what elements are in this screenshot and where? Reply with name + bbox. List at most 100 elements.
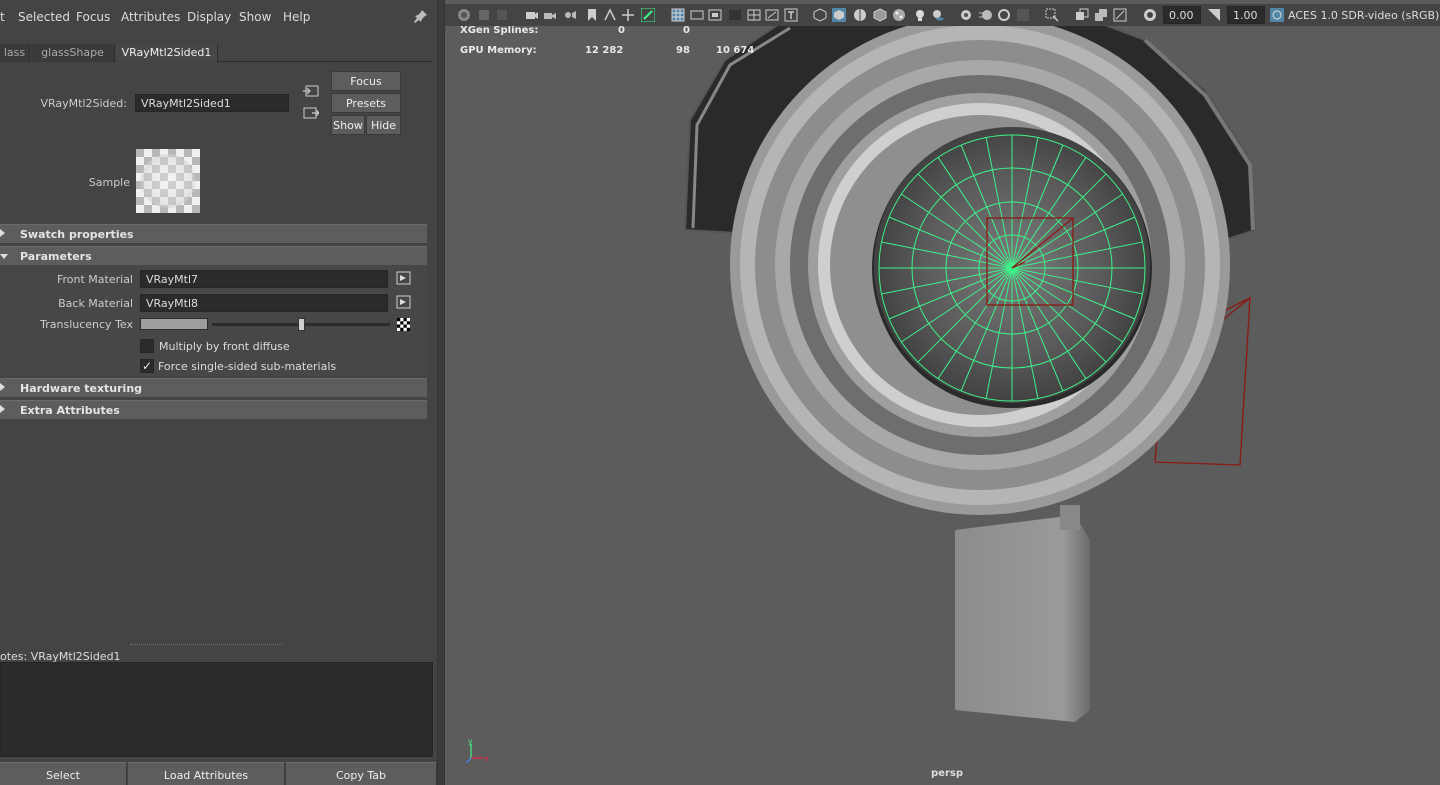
camera-eye-icon[interactable] xyxy=(563,8,577,22)
isolate-select-icon[interactable] xyxy=(1045,8,1059,22)
wireframe-icon[interactable] xyxy=(813,8,827,22)
back-material-label: Back Material xyxy=(58,297,133,310)
copy-tab-button[interactable]: Copy Tab xyxy=(286,762,437,785)
bookmark-camera-icon[interactable] xyxy=(585,8,599,22)
section-extra-attributes[interactable]: Extra Attributes xyxy=(0,400,427,419)
map-button-icon[interactable] xyxy=(396,271,412,285)
tab-glass-shape[interactable]: glassShape xyxy=(31,44,115,62)
multiply-label: Multiply by front diffuse xyxy=(159,340,290,353)
checker-map-icon[interactable] xyxy=(397,318,410,331)
motion-blur-icon[interactable] xyxy=(979,8,993,22)
color-management-label[interactable]: ACES 1.0 SDR-video (sRGB) xyxy=(1288,7,1439,25)
smooth-shade-icon[interactable] xyxy=(832,8,846,22)
back-material-field[interactable]: VRayMtl8 xyxy=(140,294,388,312)
wireframe-on-shaded-icon[interactable] xyxy=(853,8,867,22)
menu-item-focus[interactable]: Focus xyxy=(76,10,110,24)
expanded-arrow-icon xyxy=(0,254,8,259)
collapsed-arrow-icon xyxy=(0,405,5,413)
menu-item-display[interactable]: Display xyxy=(187,10,231,24)
hud-xgen-value: 0 xyxy=(618,25,625,36)
section-title: Swatch properties xyxy=(20,228,134,241)
scene-render xyxy=(683,4,1257,722)
image-plane-icon[interactable] xyxy=(495,8,509,22)
anti-aliasing-icon[interactable] xyxy=(997,8,1011,22)
select-button[interactable]: Select xyxy=(0,762,127,785)
axis-gizmo: y x xyxy=(465,738,489,764)
svg-text:x: x xyxy=(484,754,489,763)
menu-item-attributes[interactable]: Attributes xyxy=(121,10,180,24)
notes-resize-handle[interactable] xyxy=(130,644,282,646)
field-chart-icon[interactable] xyxy=(747,8,761,22)
load-attributes-button[interactable]: Load Attributes xyxy=(128,762,285,785)
pin-icon[interactable] xyxy=(414,9,428,23)
hud-gpu-value: 10 674 xyxy=(716,45,755,56)
attribute-editor: t Selected Focus Attributes Display Show… xyxy=(0,0,437,785)
textured-icon[interactable] xyxy=(873,8,887,22)
translucency-color-swatch[interactable] xyxy=(140,318,208,330)
hide-button[interactable]: Hide xyxy=(366,115,401,135)
camera-attributes-icon[interactable] xyxy=(457,8,471,22)
exposure-icon[interactable] xyxy=(1143,8,1157,22)
use-all-lights-icon[interactable] xyxy=(892,8,906,22)
svg-text:y: y xyxy=(468,738,473,746)
grease-pencil-icon[interactable] xyxy=(641,8,655,22)
shadows-icon[interactable] xyxy=(931,8,945,22)
section-hardware-texturing[interactable]: Hardware texturing xyxy=(0,378,427,397)
resolution-gate-icon[interactable] xyxy=(708,8,722,22)
notes-textarea[interactable] xyxy=(0,662,433,757)
lighting-icon[interactable] xyxy=(913,8,927,22)
focus-button[interactable]: Focus xyxy=(331,71,401,91)
camera-icon[interactable] xyxy=(525,8,539,22)
menu-item-help[interactable]: Help xyxy=(283,10,310,24)
grid-icon[interactable] xyxy=(671,8,685,22)
panel-splitter[interactable] xyxy=(437,0,445,785)
tab-vraymtl2sided1[interactable]: VRayMtl2Sided1 xyxy=(116,44,218,62)
hud-gpu-value: 98 xyxy=(676,45,690,56)
force-single-sided-label: Force single-sided sub-materials xyxy=(158,360,337,373)
depth-of-field-icon[interactable] xyxy=(1016,8,1030,22)
translucency-slider-handle[interactable] xyxy=(298,318,305,331)
menu-item-partial[interactable]: t xyxy=(0,10,5,24)
xray-joints-icon[interactable] xyxy=(1094,8,1108,22)
gate-mask-icon[interactable] xyxy=(728,8,742,22)
film-gate-icon[interactable] xyxy=(603,8,617,22)
section-title: Parameters xyxy=(20,250,92,263)
grid-pan-icon[interactable] xyxy=(621,8,635,22)
section-title: Hardware texturing xyxy=(20,382,143,395)
section-parameters[interactable]: Parameters xyxy=(0,246,427,265)
viewport-persp[interactable]: XGen Splines: 0 0 GPU Memory: 12 282 98 … xyxy=(445,0,1440,785)
menu-item-show[interactable]: Show xyxy=(239,10,271,24)
node-type-label: VRayMtl2Sided: xyxy=(40,97,127,110)
tab-glass[interactable]: lass xyxy=(0,44,30,62)
xray-icon[interactable] xyxy=(1075,8,1089,22)
menu-item-selected[interactable]: Selected xyxy=(18,10,70,24)
lock-camera-icon[interactable] xyxy=(543,8,557,22)
map-button-icon[interactable] xyxy=(396,295,412,309)
safe-title-icon[interactable] xyxy=(784,8,798,22)
section-swatch-properties[interactable]: Swatch properties xyxy=(0,224,427,243)
presets-button[interactable]: Presets xyxy=(331,93,401,113)
screen-space-ao-icon[interactable] xyxy=(959,8,973,22)
exposure-field[interactable]: 0.00 xyxy=(1163,6,1201,24)
node-name-field[interactable]: VRayMtl2Sided1 xyxy=(135,94,289,112)
color-management-icon[interactable] xyxy=(1270,8,1284,22)
translucency-label: Translucency Tex xyxy=(40,318,133,331)
safe-action-icon[interactable] xyxy=(765,8,779,22)
front-material-field[interactable]: VRayMtl7 xyxy=(140,270,388,288)
sample-label: Sample xyxy=(88,176,130,189)
hud-xgen-label: XGen Splines: xyxy=(460,25,539,36)
gamma-field[interactable]: 1.00 xyxy=(1227,6,1265,24)
film-gate-display-icon[interactable] xyxy=(690,8,704,22)
viewport-toolbar: 0.00 1.00 ACES 1.0 SDR-video (sRGB) xyxy=(445,4,1440,26)
camera-name-label: persp xyxy=(931,768,963,779)
force-single-sided-checkbox[interactable]: ✓ xyxy=(140,359,154,373)
output-connection-icon[interactable] xyxy=(303,106,319,120)
node-tabs: lass glassShape VRayMtl2Sided1 xyxy=(0,44,432,62)
bookmark-icon[interactable] xyxy=(477,8,491,22)
input-connection-icon[interactable] xyxy=(303,84,319,98)
backface-culling-icon[interactable] xyxy=(1113,8,1127,22)
material-sample-swatch[interactable] xyxy=(136,149,200,213)
multiply-checkbox[interactable] xyxy=(140,339,154,353)
show-button[interactable]: Show xyxy=(331,115,365,135)
gamma-icon[interactable] xyxy=(1207,8,1221,22)
